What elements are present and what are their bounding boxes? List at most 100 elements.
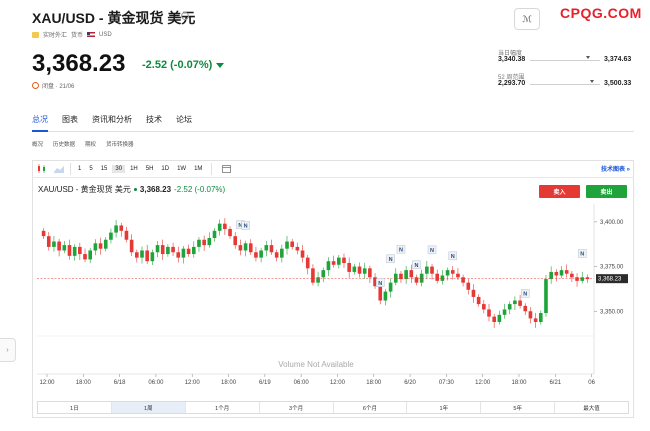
week52-range-high: 3,500.33 <box>604 80 632 87</box>
candle-body <box>269 245 274 253</box>
period-range-bar: 1日 1周 1个月 3个月 6个月 1年 5年 最大值 <box>37 401 629 414</box>
x-tick-label: 12:00 <box>475 380 491 386</box>
subtab-options[interactable]: 期权 <box>85 140 96 148</box>
candle-body <box>368 268 372 278</box>
candle-body <box>223 223 227 230</box>
last-price: 3,368.23 <box>32 50 126 77</box>
area-chart-icon[interactable] <box>52 163 66 175</box>
candle-body <box>135 252 139 258</box>
calendar-icon[interactable] <box>219 163 233 175</box>
candle-body <box>331 261 336 265</box>
tab-chart[interactable]: 图表 <box>62 114 78 125</box>
period-3m[interactable]: 3个月 <box>260 402 334 413</box>
candle-body <box>52 241 56 247</box>
buy-button[interactable]: 卖出 <box>586 185 627 198</box>
price-chart[interactable]: 3,400.003,375.003,350.003,368.23N NNNNNNN… <box>34 202 630 398</box>
x-tick-label: 06 <box>588 380 595 386</box>
candle-body <box>393 273 398 283</box>
timeframe-5h[interactable]: 5H <box>143 165 157 173</box>
timeframe-1m[interactable]: 1M <box>191 165 205 173</box>
news-marker-label: N <box>451 254 455 260</box>
candle-body <box>554 271 559 276</box>
candle-body <box>300 250 305 258</box>
x-tick-label: 6/19 <box>259 380 271 386</box>
subtab-history[interactable]: 历史数据 <box>53 140 75 148</box>
x-tick-label: 6/21 <box>549 380 561 386</box>
candle-body <box>228 229 232 237</box>
candle-body <box>492 316 496 322</box>
candle-body <box>285 241 289 249</box>
timeframe-1w[interactable]: 1W <box>174 165 189 173</box>
candle-body <box>518 300 522 306</box>
candle-body <box>103 239 108 249</box>
info-icon[interactable] <box>181 12 189 20</box>
candle-body <box>217 223 222 231</box>
period-1m[interactable]: 1个月 <box>186 402 260 413</box>
down-arrow-icon <box>216 62 225 68</box>
candle-body <box>336 257 341 265</box>
main-tabs: 总况 图表 资讯和分析 技术 论坛 <box>32 114 192 125</box>
candle-body <box>507 304 512 310</box>
y-tick-label: 3,400.00 <box>600 220 624 226</box>
tab-forum[interactable]: 论坛 <box>176 114 192 125</box>
subtab-converter[interactable]: 货币转换器 <box>106 140 134 148</box>
day-range-marker <box>586 56 590 59</box>
candle-body <box>88 250 93 260</box>
x-tick-label: 06:00 <box>148 380 164 386</box>
chart-value: 3,368.23 <box>139 185 172 194</box>
news-marker-label: N <box>430 248 434 254</box>
candle-body <box>456 273 460 278</box>
forex-icon <box>32 31 39 38</box>
candle-body <box>62 245 67 251</box>
candle-body <box>129 239 134 253</box>
candle-body <box>383 291 388 301</box>
site-logo: CPQG.COM <box>560 5 642 21</box>
chart-symbol: XAU/USD - 黄金现货 美元 <box>38 185 131 194</box>
candle-body <box>160 245 165 255</box>
subtab-summary[interactable]: 概况 <box>32 140 43 148</box>
tab-overview[interactable]: 总况 <box>32 114 48 125</box>
volume-note: Volume Not Available <box>278 360 354 369</box>
candle-body <box>326 261 331 271</box>
candle-body <box>404 270 408 280</box>
timeframe-5[interactable]: 5 <box>86 165 95 173</box>
watchlist-button[interactable]: ℳ <box>514 8 540 30</box>
timeframe-30[interactable]: 30 <box>112 164 126 173</box>
timeframe-1[interactable]: 1 <box>75 165 84 173</box>
period-6m[interactable]: 6个月 <box>334 402 408 413</box>
candle-body <box>243 243 248 251</box>
period-1w[interactable]: 1周 <box>111 402 186 413</box>
x-tick-label: 18:00 <box>511 380 527 386</box>
technical-chart-link[interactable]: 技术图表 » <box>601 164 630 173</box>
candlestick-icon[interactable] <box>35 163 49 175</box>
candle-body <box>352 266 357 272</box>
meta-currency: USD <box>99 31 112 38</box>
period-1d[interactable]: 1日 <box>38 402 112 413</box>
live-dot-icon <box>133 188 137 191</box>
x-tick-label: 12:00 <box>185 380 201 386</box>
candle-body <box>264 245 269 251</box>
candle-body <box>124 230 129 240</box>
candle-body <box>57 241 61 251</box>
expand-sidebar-button[interactable]: › <box>0 338 16 362</box>
timeframe-15[interactable]: 15 <box>98 165 111 173</box>
tab-news[interactable]: 资讯和分析 <box>92 114 132 125</box>
candle-body <box>409 270 414 278</box>
timeframe-1h[interactable]: 1H <box>127 165 141 173</box>
candle-body <box>399 273 403 280</box>
timeframe-1d[interactable]: 1D <box>158 165 172 173</box>
candle-body <box>207 237 212 246</box>
period-5y[interactable]: 5年 <box>481 402 556 413</box>
period-1y[interactable]: 1年 <box>407 402 482 413</box>
news-marker-label: N <box>399 247 403 253</box>
instrument-meta: 实时外汇 货币 USD <box>32 30 112 39</box>
period-max[interactable]: 最大值 <box>555 402 628 413</box>
candle-body <box>538 313 543 322</box>
candle-body <box>362 268 367 274</box>
candle-body <box>280 248 284 258</box>
sell-button[interactable]: 卖入 <box>539 185 580 198</box>
candle-body <box>461 277 465 283</box>
candle-body <box>72 246 77 256</box>
y-tick-label: 3,375.00 <box>600 265 624 271</box>
tab-technical[interactable]: 技术 <box>146 114 162 125</box>
